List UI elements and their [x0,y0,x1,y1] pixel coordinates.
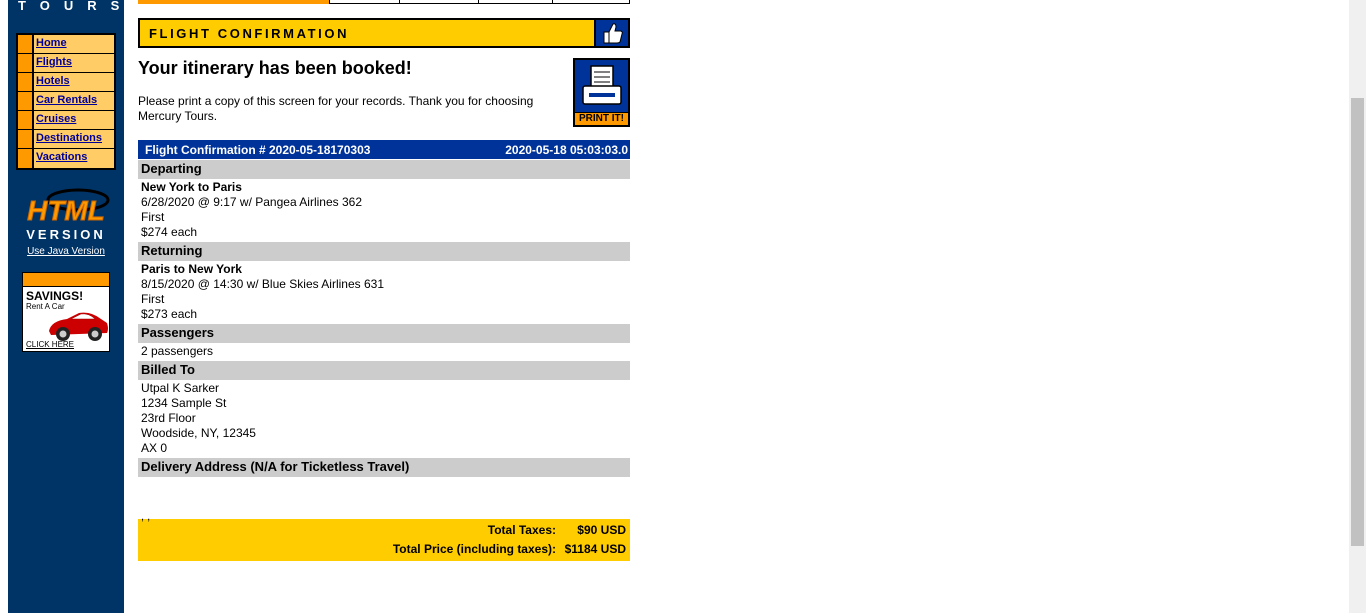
html-version-line2: VERSION [26,227,106,242]
nav-item-home: Home [18,35,114,54]
main-content: FLIGHT CONFIRMATION Your itinerary has b… [138,18,630,561]
page-header-bar: FLIGHT CONFIRMATION [138,18,630,48]
nav-link-destinations[interactable]: Destinations [34,130,114,148]
itinerary-title: Your itinerary has been booked! [138,58,412,78]
total-taxes-row: Total Taxes: $90 USD [138,523,626,542]
nav-bullet [18,149,34,168]
tab-block[interactable] [478,0,553,4]
returning-route: Paris to New York [141,262,242,276]
nav-bullet [18,92,34,110]
nav-item-flights: Flights [18,54,114,73]
delivery-heading: Delivery Address (N/A for Ticketless Tra… [138,458,630,477]
returning-class: First [141,292,165,306]
rent-a-car-ad[interactable]: SAVINGS! Rent A Car CLICK HERE [22,272,110,352]
printer-icon [582,65,622,105]
nav-bullet [18,111,34,129]
nav-link-flights[interactable]: Flights [34,54,114,72]
tab-block[interactable] [552,0,630,4]
logo-text: TOURS [18,0,134,13]
nav-bullet [18,35,34,53]
total-price-label: Total Price (including taxes): [392,542,556,556]
departing-heading: Departing [138,160,630,179]
returning-details: Paris to New York 8/15/2020 @ 14:30 w/ B… [138,261,630,323]
returning-price: $273 each [141,307,198,321]
car-icon [49,312,108,341]
html-version-logo: HTML VERSION [26,188,110,242]
tab-block[interactable] [329,0,400,4]
passengers-count: 2 passengers [141,344,214,358]
total-price-row: Total Price (including taxes): $1184 USD [138,542,626,561]
nav-item-cruises: Cruises [18,111,114,130]
nav-item-vacations: Vacations [18,149,114,168]
nav-item-hotels: Hotels [18,73,114,92]
nav-item-car-rentals: Car Rentals [18,92,114,111]
confirmation-table: Flight Confirmation # 2020-05-18170303 2… [138,140,630,561]
scrollbar-thumb[interactable] [1351,98,1364,546]
passengers-details: 2 passengers [138,343,630,360]
billed-street: 1234 Sample St [141,396,227,410]
nav-bullet [18,54,34,72]
totals-box: Total Taxes: $90 USD Total Price (includ… [138,519,630,561]
nav-link-car-rentals[interactable]: Car Rentals [34,92,114,110]
print-button[interactable]: PRINT IT! [573,58,630,127]
nav-bullet [18,130,34,148]
java-version-link[interactable]: Use Java Version [8,246,124,257]
total-taxes-value: $90 USD [577,523,626,537]
page-title: FLIGHT CONFIRMATION [149,26,350,41]
confirmation-timestamp: 2020-05-18 05:03:03.0 [505,142,628,157]
nav-link-home[interactable]: Home [34,35,114,53]
nav-link-vacations[interactable]: Vacations [34,149,114,168]
thumbs-up-icon [603,23,623,44]
total-price-value: $1184 USD [564,542,626,556]
nav-menu: Home Flights Hotels Car Rentals Cruises … [16,33,116,170]
departing-route: New York to Paris [141,180,242,194]
delivery-address: , , [141,511,151,523]
nav-bullet [18,73,34,91]
billed-to-heading: Billed To [138,361,630,380]
ad-title: SAVINGS! [26,289,84,303]
ad-click-here: CLICK HERE [26,340,75,349]
ad-top-bar [23,273,109,287]
top-tab-bar [138,0,630,4]
returning-heading: Returning [138,242,630,261]
billed-city: Woodside, NY, 12345 [141,426,256,440]
page: TOURS Home Flights Hotels Car Rentals Cr… [0,0,1366,613]
passengers-heading: Passengers [138,324,630,343]
tab-block[interactable] [399,0,479,4]
nav-link-hotels[interactable]: Hotels [34,73,114,91]
confirmation-header: Flight Confirmation # 2020-05-18170303 2… [138,140,630,159]
billed-to-details: Utpal K Sarker 1234 Sample St 23rd Floor… [138,380,630,457]
nav-item-destinations: Destinations [18,130,114,149]
thumbs-up-badge [594,20,628,46]
confirmation-number: Flight Confirmation # 2020-05-18170303 [145,142,371,157]
departing-price: $274 each [141,225,198,239]
billed-card: AX 0 [141,441,168,455]
returning-flight: 8/15/2020 @ 14:30 w/ Blue Skies Airlines… [141,277,384,291]
intro-text: Please print a copy of this screen for y… [138,94,534,123]
billed-unit: 23rd Floor [141,411,196,425]
departing-flight: 6/28/2020 @ 9:17 w/ Pangea Airlines 362 [141,195,363,209]
departing-details: New York to Paris 6/28/2020 @ 9:17 w/ Pa… [138,179,630,241]
billed-name: Utpal K Sarker [141,381,220,395]
vertical-scrollbar[interactable] [1349,0,1366,613]
print-label: PRINT IT! [575,112,628,125]
departing-class: First [141,210,165,224]
nav-link-cruises[interactable]: Cruises [34,111,114,129]
sidebar: TOURS Home Flights Hotels Car Rentals Cr… [8,0,124,613]
html-version-line1: HTML [27,195,105,226]
total-taxes-label: Total Taxes: [487,523,556,537]
